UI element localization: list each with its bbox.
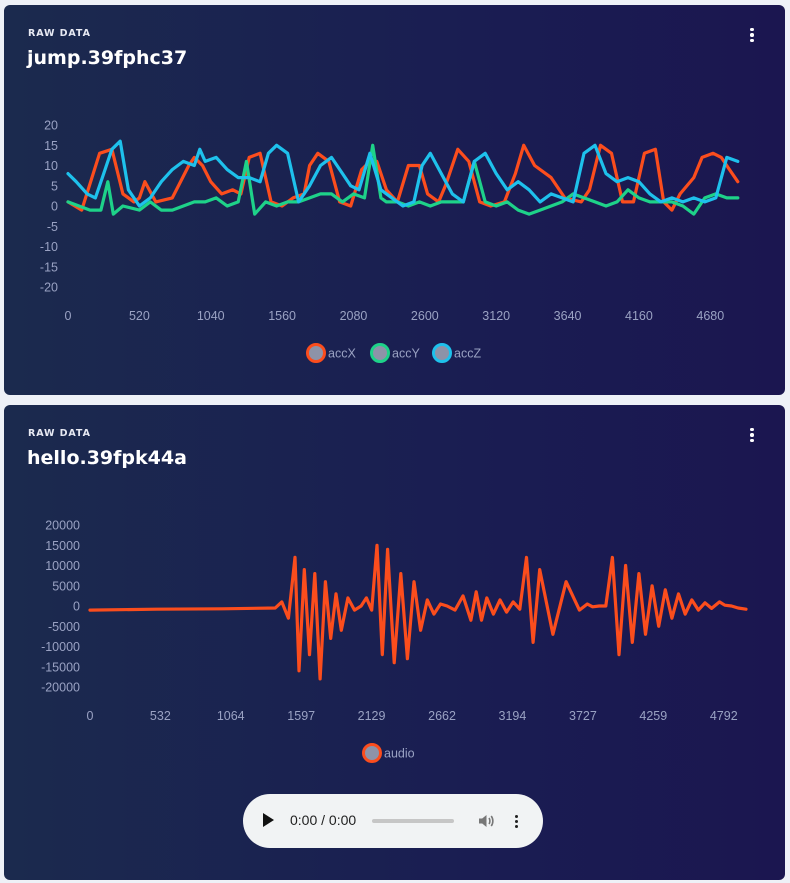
audio-time: 0:00 / 0:00 (290, 812, 357, 828)
line-chart-hello: 20000 15000 10000 5000 0 -5000 -10000 -15000 -20… (41, 519, 748, 763)
legend-marker (432, 343, 452, 363)
y-tick-label: -10 (40, 240, 58, 254)
y-tick-label: -10000 (41, 640, 80, 654)
play-icon[interactable] (263, 813, 274, 827)
series-line-audio (88, 543, 748, 681)
y-tick-label: 15 (44, 139, 58, 153)
x-tick-label: 3640 (554, 309, 582, 323)
y-tick-label: -20 (40, 281, 58, 295)
legend-marker (362, 743, 382, 763)
legend-label: audio (384, 747, 415, 761)
x-tick-label: 3120 (482, 309, 510, 323)
x-tick-label: 4160 (625, 309, 653, 323)
volume-icon[interactable] (476, 811, 496, 831)
legend-label: accY (392, 347, 420, 361)
seek-slider[interactable] (372, 819, 454, 823)
x-tick-label: 0 (65, 309, 72, 323)
more-vertical-icon[interactable] (513, 813, 519, 829)
x-tick-label: 4680 (696, 309, 724, 323)
legend-item-accZ[interactable]: accZ (432, 343, 482, 363)
y-tick-label: 15000 (45, 539, 80, 553)
x-tick-label: 2600 (411, 309, 439, 323)
audio-player: 0:00 / 0:00 (243, 794, 543, 848)
y-tick-label: 20000 (45, 519, 80, 533)
x-tick-label: 2080 (340, 309, 368, 323)
y-tick-label: -5 (47, 220, 58, 234)
legend-label: accZ (454, 347, 481, 361)
y-tick-label: 0 (73, 600, 80, 614)
legend-marker (370, 343, 390, 363)
y-tick-label: -20000 (41, 681, 80, 695)
x-tick-label: 2662 (428, 709, 456, 723)
x-tick-label: 3194 (499, 709, 527, 723)
x-tick-label: 1560 (268, 309, 296, 323)
legend-item-accY[interactable]: accY (370, 343, 421, 363)
y-tick-label: 10 (44, 159, 58, 173)
y-tick-label: 5000 (52, 579, 80, 593)
x-tick-label: 2129 (358, 709, 386, 723)
series-line-accX (66, 143, 740, 212)
line-chart-jump: 20 15 10 5 0 -5 -10 -15 -20 0 520 1040 1560 2080 2600 3… (40, 119, 740, 363)
y-tick-label: 5 (51, 179, 58, 193)
y-tick-label: 20 (44, 119, 58, 133)
x-tick-label: 532 (150, 709, 171, 723)
y-tick-label: -15 (40, 260, 58, 274)
y-tick-label: -15000 (41, 660, 80, 674)
chart-card-hello: RAW DATA hello.39fpk44a 20000 15000 10000 5… (4, 405, 785, 880)
x-tick-label: 4792 (710, 709, 738, 723)
x-tick-label: 520 (129, 309, 150, 323)
x-tick-label: 4259 (639, 709, 667, 723)
x-tick-label: 0 (87, 709, 94, 723)
legend-label: accX (328, 347, 356, 361)
y-tick-label: 10000 (45, 559, 80, 573)
x-tick-label: 1064 (217, 709, 245, 723)
x-tick-label: 1040 (197, 309, 225, 323)
legend-marker (306, 343, 326, 363)
y-tick-label: -5000 (48, 620, 80, 634)
chart-card-jump: RAW DATA jump.39fphc37 20 15 10 5 0 -5 -10 -15-… (4, 5, 785, 395)
x-tick-label: 1597 (287, 709, 315, 723)
y-tick-label: 0 (51, 200, 58, 214)
legend-item-audio[interactable]: audio (362, 743, 415, 763)
legend-item-accX[interactable]: accX (306, 343, 357, 363)
x-tick-label: 3727 (569, 709, 597, 723)
